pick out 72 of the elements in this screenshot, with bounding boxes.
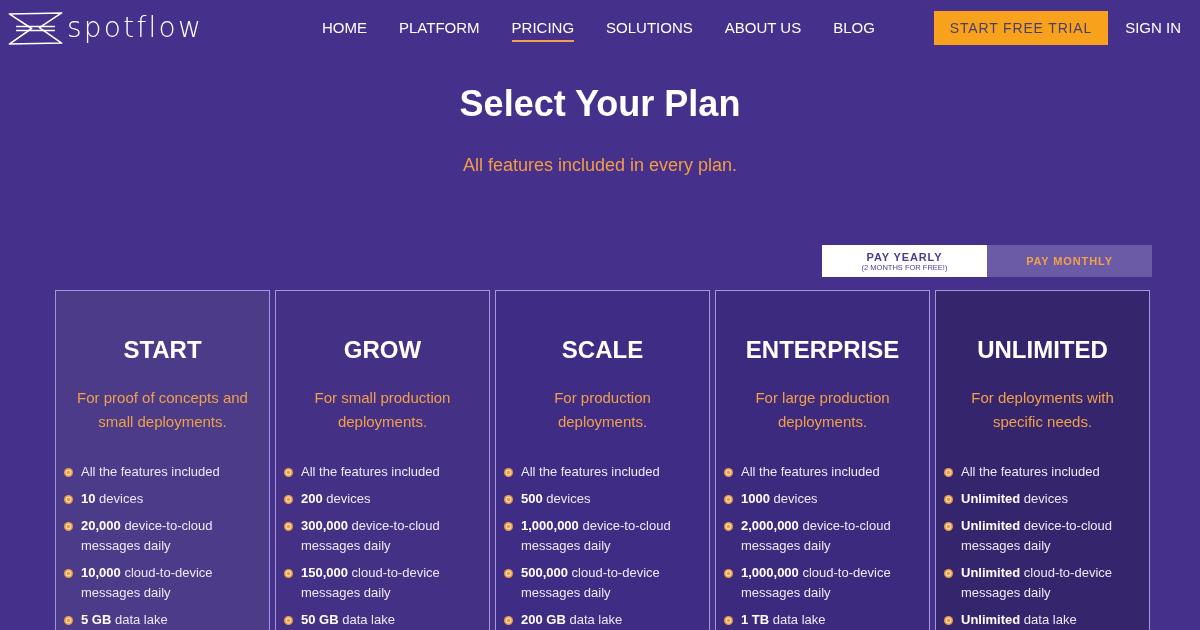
bullet-icon — [64, 615, 73, 625]
plan-name: GROW — [342, 335, 423, 365]
plan-feature: 10 devices — [81, 490, 144, 508]
plan-description: For production deployments. — [553, 388, 652, 432]
bullet-icon — [504, 615, 513, 625]
plan-feature: 1000 devices — [741, 490, 818, 508]
plan-name: SCALE — [560, 335, 645, 365]
bullet-icon — [64, 494, 73, 504]
plan-feature: 200 devices — [301, 490, 371, 508]
nav-link[interactable]: PRICING — [511, 14, 575, 42]
bullet-icon — [284, 568, 293, 578]
plan-feature: All the features included — [521, 463, 660, 481]
plan-name: ENTERPRISE — [744, 335, 901, 365]
nav-link[interactable]: ABOUT US — [724, 14, 802, 42]
plan-feature: Unlimited data lake — [961, 611, 1077, 629]
sign-in-link[interactable]: SIGN IN — [1125, 16, 1181, 40]
plan-description: For deployments with specific needs. — [970, 388, 1115, 432]
plan-feature: 5 GB data lake — [81, 611, 168, 629]
bullet-icon — [284, 615, 293, 625]
page-title: Select Your Plan — [458, 82, 742, 126]
bullet-icon — [944, 494, 953, 504]
plan-feature: All the features included — [741, 463, 880, 481]
plan-feature: All the features included — [961, 463, 1100, 481]
plan-feature: 300,000 device-to-cloud messages daily — [301, 517, 441, 555]
plan-description: For large production deployments. — [754, 388, 891, 432]
plan-name: UNLIMITED — [976, 335, 1109, 365]
bullet-icon — [944, 521, 953, 531]
plan-name: START — [122, 335, 203, 365]
bullet-icon — [724, 615, 733, 625]
bullet-icon — [64, 568, 73, 578]
logo-text: spotflow — [67, 14, 204, 42]
start-free-trial-button[interactable]: START FREE TRIAL — [933, 11, 1109, 45]
plan-feature: 50 GB data lake — [301, 611, 395, 629]
bullet-icon — [284, 494, 293, 504]
plan-feature: 500 devices — [521, 490, 591, 508]
nav-link[interactable]: PLATFORM — [399, 14, 480, 42]
bullet-icon — [944, 568, 953, 578]
plan-feature: All the features included — [81, 463, 220, 481]
bullet-icon — [64, 521, 73, 531]
plan-feature: 150,000 cloud-to-device messages daily — [301, 564, 441, 602]
bullet-icon — [284, 521, 293, 531]
bullet-icon — [724, 494, 733, 504]
plan-feature: 200 GB data lake — [521, 611, 623, 629]
page-subtitle: All features included in every plan. — [461, 154, 739, 177]
plan-feature: Unlimited cloud-to-device messages daily — [961, 564, 1113, 602]
plan-feature: 1,000,000 cloud-to-device messages daily — [741, 564, 892, 602]
plan-feature: Unlimited device-to-cloud messages daily — [961, 517, 1113, 555]
plan-feature: 10,000 cloud-to-device messages daily — [81, 564, 214, 602]
bullet-icon — [944, 467, 953, 477]
bullet-icon — [724, 568, 733, 578]
bullet-icon — [284, 467, 293, 477]
bullet-icon — [504, 568, 513, 578]
plan-feature: Unlimited devices — [961, 490, 1068, 508]
plan-description: For small production deployments. — [313, 388, 452, 432]
plan-feature: All the features included — [301, 463, 440, 481]
bullet-icon — [504, 467, 513, 477]
bullet-icon — [944, 615, 953, 625]
plan-feature: 500,000 cloud-to-device messages daily — [521, 564, 661, 602]
bullet-icon — [504, 494, 513, 504]
plan-description: For proof of concepts and small deployments. — [76, 388, 249, 432]
nav-link[interactable]: SOLUTIONS — [606, 14, 693, 42]
logo-icon — [8, 11, 63, 45]
nav-link[interactable]: HOME — [322, 14, 367, 42]
bullet-icon — [724, 467, 733, 477]
plan-feature: 20,000 device-to-cloud messages daily — [81, 517, 214, 555]
nav-link[interactable]: BLOG — [833, 14, 875, 42]
bullet-icon — [724, 521, 733, 531]
plan-feature: 1,000,000 device-to-cloud messages daily — [521, 517, 672, 555]
plan-feature: 1 TB data lake — [741, 611, 826, 629]
bullet-icon — [504, 521, 513, 531]
bullet-icon — [64, 467, 73, 477]
plan-feature: 2,000,000 device-to-cloud messages daily — [741, 517, 892, 555]
